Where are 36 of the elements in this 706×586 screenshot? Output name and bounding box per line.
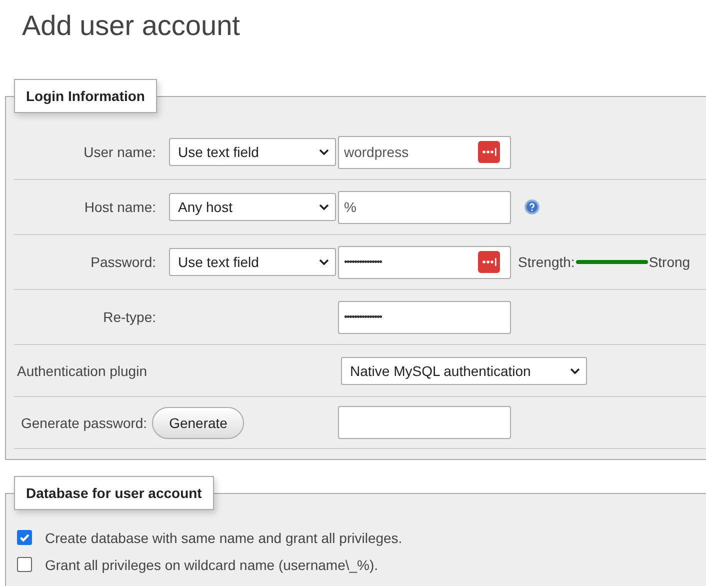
dropdown[interactable]: Use text field [169,248,336,276]
field-label: Host name: [83,199,156,215]
field-value: ••••••••••••••• [344,256,382,268]
section-legend: Login Information [14,79,157,113]
chevron-icon [319,149,329,155]
dropdown[interactable]: Native MySQL authentication [341,356,587,384]
password-manager-icon[interactable] [478,141,500,163]
strength-value: Strong [648,254,690,270]
field-value: ••••••••••••••• [344,312,382,322]
text-field[interactable]: % [338,190,511,224]
chevron-icon [319,204,329,210]
page-title: Add user account [21,9,241,43]
text-field[interactable]: ••••••••••••••• [338,246,511,278]
text-field[interactable]: ••••••••••••••• [338,300,511,334]
checkbox[interactable] [17,530,32,545]
password-manager-icon[interactable] [478,251,500,273]
field-label: Password: [90,254,156,270]
help-icon[interactable] [524,199,540,215]
field-label: User name: [82,144,156,160]
field-value: wordpress [344,144,409,160]
text-field[interactable]: wordpress [338,136,511,168]
checkbox[interactable] [17,557,32,572]
strength-label: Strength: [518,254,575,270]
field-label: Generate password: [21,414,148,430]
dropdown[interactable]: Use text field [169,138,336,166]
field-value: % [344,199,356,215]
field-label: Re-type: [102,309,156,325]
chevron-icon [319,259,329,265]
dropdown[interactable]: Any host [169,193,336,221]
checkbox-label: Grant all privileges on wildcard name (username\_%). [45,556,378,572]
chevron-icon [570,368,580,374]
section-legend: Database for user account [14,476,214,510]
text-field[interactable] [338,406,511,439]
generate-button[interactable]: Generate [152,406,244,438]
checkbox-label: Create database with same name and grant all privileges. [45,530,402,546]
field-label: Authentication plugin [16,362,148,378]
